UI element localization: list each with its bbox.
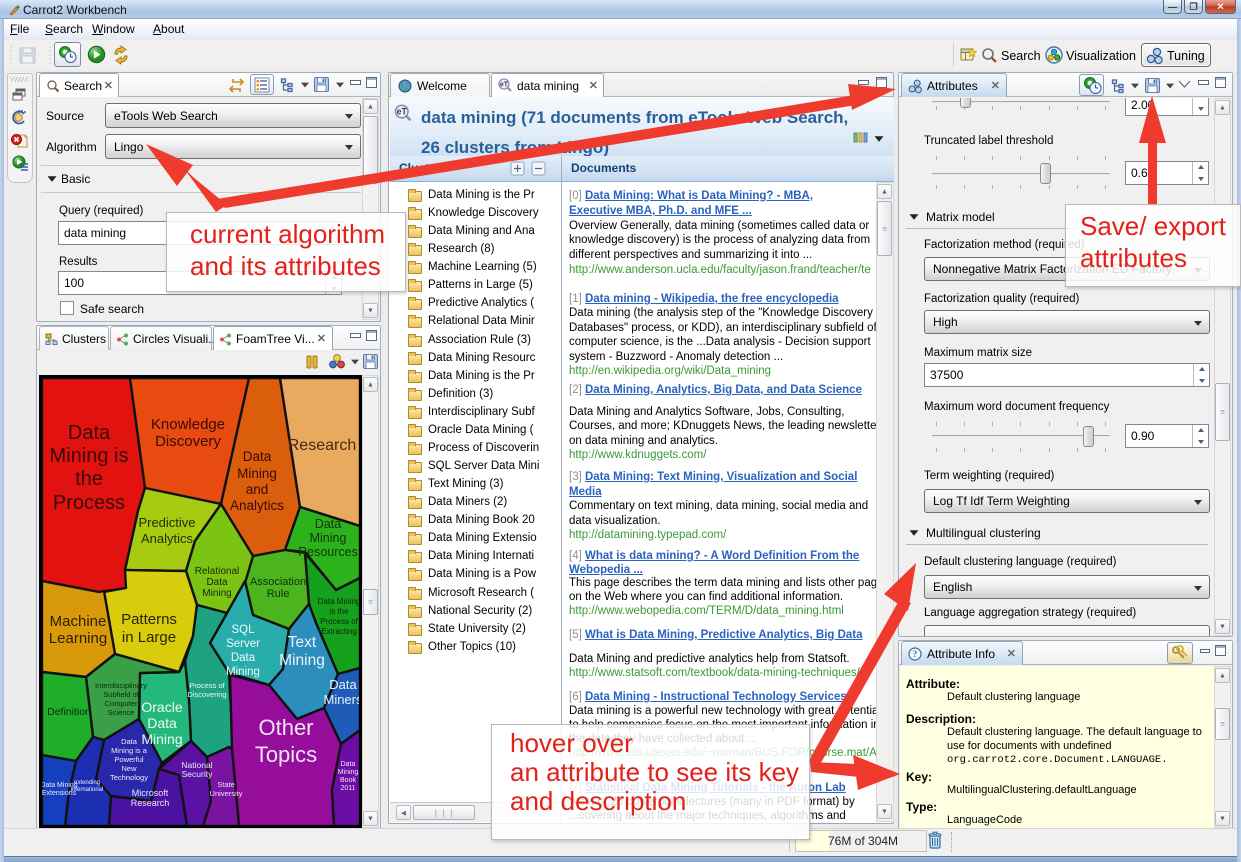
svg-text:Extensions: Extensions bbox=[42, 790, 77, 797]
svg-text:Mining: Mining bbox=[226, 666, 260, 678]
svg-text:Data: Data bbox=[243, 449, 272, 464]
svg-text:Oracle: Oracle bbox=[141, 699, 182, 715]
svg-text:Data: Data bbox=[68, 422, 111, 444]
svg-text:Security: Security bbox=[182, 769, 213, 779]
svg-text:Subfield of: Subfield of bbox=[103, 690, 139, 699]
svg-text:Mining is a: Mining is a bbox=[111, 746, 148, 755]
svg-text:Text: Text bbox=[288, 634, 317, 651]
svg-text:is the: is the bbox=[329, 607, 349, 616]
svg-text:in Large: in Large bbox=[122, 629, 176, 646]
svg-text:Rule: Rule bbox=[267, 588, 290, 600]
svg-text:Data: Data bbox=[329, 677, 357, 692]
svg-text:Powerful: Powerful bbox=[114, 755, 144, 764]
svg-text:the: the bbox=[75, 468, 103, 490]
svg-text:Technology: Technology bbox=[110, 773, 148, 782]
svg-text:Mining: Mining bbox=[237, 466, 277, 481]
svg-text:Data: Data bbox=[315, 517, 341, 531]
svg-text:Predictive: Predictive bbox=[138, 515, 195, 530]
svg-text:Data: Data bbox=[121, 737, 138, 746]
svg-text:University: University bbox=[210, 789, 243, 798]
svg-text:Knowledge: Knowledge bbox=[151, 416, 225, 433]
svg-text:State: State bbox=[217, 780, 235, 789]
svg-text:Relational: Relational bbox=[195, 566, 239, 577]
svg-text:Resources: Resources bbox=[298, 545, 358, 559]
svg-text:Definition: Definition bbox=[47, 706, 91, 718]
svg-text:Data Mining: Data Mining bbox=[42, 782, 78, 789]
svg-text:Data: Data bbox=[206, 577, 228, 588]
svg-text:and: and bbox=[246, 482, 269, 497]
svg-text:SQL: SQL bbox=[231, 624, 255, 636]
svg-text:eT: eT bbox=[500, 82, 509, 89]
svg-text:Topics: Topics bbox=[255, 742, 317, 767]
svg-text:Process: Process bbox=[53, 492, 125, 514]
svg-text:Extracting: Extracting bbox=[321, 627, 357, 636]
svg-text:Data: Data bbox=[231, 652, 256, 664]
svg-text:Discovering: Discovering bbox=[187, 690, 226, 699]
svg-text:Patterns: Patterns bbox=[121, 611, 177, 628]
svg-text:Data: Data bbox=[147, 715, 177, 731]
svg-text:Computer: Computer bbox=[105, 699, 138, 708]
svg-text:?: ? bbox=[913, 649, 918, 659]
svg-text:Book: Book bbox=[340, 777, 356, 784]
svg-text:Other: Other bbox=[258, 715, 313, 740]
svg-text:Discovery: Discovery bbox=[155, 433, 221, 450]
svg-text:New: New bbox=[121, 764, 137, 773]
svg-text:Analytics: Analytics bbox=[230, 498, 284, 513]
svg-text:Process of: Process of bbox=[189, 681, 225, 690]
svg-text:Research: Research bbox=[288, 437, 356, 454]
svg-text:Machine: Machine bbox=[50, 613, 107, 630]
svg-text:Mining is: Mining is bbox=[50, 445, 129, 467]
svg-text:Data: Data bbox=[341, 761, 356, 768]
svg-text:Interdisciplinary: Interdisciplinary bbox=[95, 681, 147, 690]
svg-text:Analytics: Analytics bbox=[141, 531, 194, 546]
svg-text:Data Mining: Data Mining bbox=[318, 597, 359, 606]
svg-text:Mining: Mining bbox=[279, 652, 325, 669]
svg-text:Mining: Mining bbox=[310, 531, 347, 545]
svg-text:2011: 2011 bbox=[340, 785, 355, 792]
svg-text:Research: Research bbox=[131, 798, 170, 808]
svg-text:Process of: Process of bbox=[320, 617, 359, 626]
svg-text:eT: eT bbox=[397, 107, 408, 117]
svg-text:Association: Association bbox=[250, 576, 306, 588]
svg-text:extending: extending bbox=[74, 780, 100, 786]
svg-text:Microsoft: Microsoft bbox=[132, 788, 169, 798]
svg-text:Server: Server bbox=[226, 638, 260, 650]
svg-text:Miners: Miners bbox=[323, 692, 359, 707]
svg-text:Science: Science bbox=[108, 708, 135, 717]
svg-text:Mining: Mining bbox=[141, 731, 182, 747]
svg-text:Learning: Learning bbox=[49, 630, 107, 647]
svg-text:Mining: Mining bbox=[338, 769, 359, 776]
svg-text:Mining: Mining bbox=[202, 588, 231, 599]
